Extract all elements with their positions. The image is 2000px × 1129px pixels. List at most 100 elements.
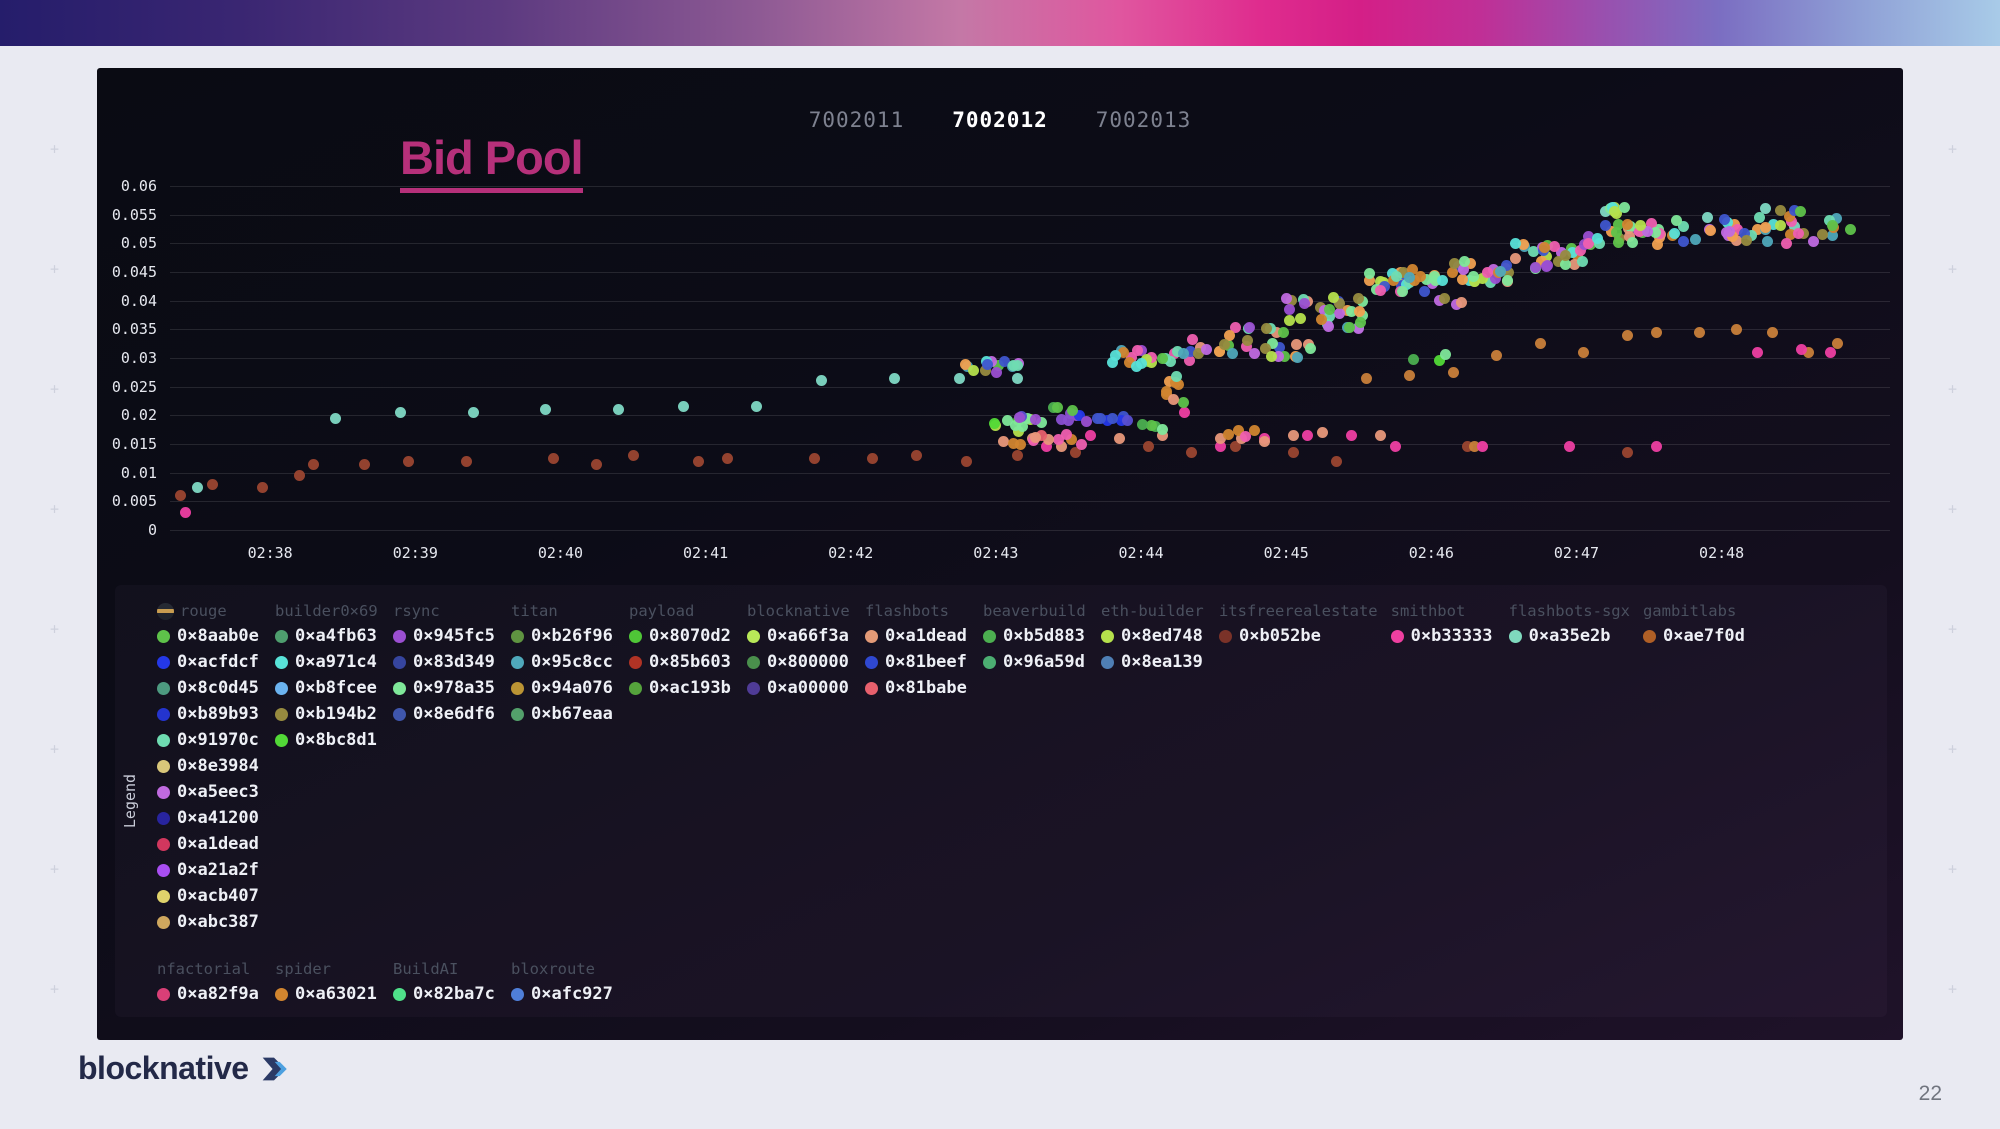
legend-entry-label: 0×8c0d45 (177, 678, 259, 698)
legend-entry[interactable]: 0×82ba7c (393, 981, 498, 1007)
scatter-point (1390, 441, 1401, 452)
scatter-point (982, 359, 993, 370)
tab-block-7002012[interactable]: 7002012 (952, 108, 1048, 132)
legend-group-header: nfactorial (157, 957, 262, 981)
ninja-icon (157, 603, 174, 620)
legend-entry[interactable]: 0×b8fcee (275, 675, 380, 701)
legend-color-dot (865, 630, 878, 643)
scatter-point (1762, 236, 1773, 247)
scatter-point (330, 413, 341, 424)
legend-entry[interactable]: 0×978a35 (393, 675, 498, 701)
legend-entry[interactable]: 0×8aab0e (157, 623, 262, 649)
legend-entry-label: 0×b8fcee (295, 678, 377, 698)
page-number: 22 (1919, 1082, 1942, 1106)
scatter-point (1052, 402, 1063, 413)
legend-entry[interactable]: 0×b26f96 (511, 623, 616, 649)
legend-color-dot (393, 988, 406, 1001)
gridline (170, 329, 1890, 330)
scatter-point (1076, 439, 1087, 450)
legend-color-dot (983, 630, 996, 643)
legend-entry[interactable]: 0×945fc5 (393, 623, 498, 649)
legend-color-dot (511, 630, 524, 643)
legend-column: rouge0×8aab0e0×acfdcf0×8c0d450×b89b930×9… (157, 599, 262, 935)
y-tick-label: 0.06 (121, 177, 157, 195)
legend-entry[interactable]: 0×a4fb63 (275, 623, 380, 649)
y-tick-label: 0.055 (112, 206, 157, 224)
legend-entry[interactable]: 0×95c8cc (511, 649, 616, 675)
scatter-point (207, 479, 218, 490)
legend-entry[interactable]: 0×a5eec3 (157, 779, 262, 805)
scatter-point (1448, 367, 1459, 378)
legend-entry[interactable]: 0×94a076 (511, 675, 616, 701)
legend-group-header-label: builder0×69 (275, 602, 378, 620)
legend-entry-label: 0×afc927 (531, 984, 613, 1004)
legend-entry-label: 0×b89b93 (177, 704, 259, 724)
legend-entry[interactable]: 0×96a59d (983, 649, 1088, 675)
x-tick-label: 02:44 (1118, 544, 1163, 562)
scatter-point (1678, 236, 1689, 247)
legend-entry[interactable]: 0×a66f3a (747, 623, 852, 649)
legend-entry[interactable]: 0×8bc8d1 (275, 727, 380, 753)
scatter-point (1482, 267, 1493, 278)
legend-entry[interactable]: 0×acfdcf (157, 649, 262, 675)
legend-color-dot (393, 708, 406, 721)
legend-entry[interactable]: 0×8e3984 (157, 753, 262, 779)
legend-entry[interactable]: 0×8070d2 (629, 623, 734, 649)
legend-entry[interactable]: 0×ae7f0d (1643, 623, 1748, 649)
legend-entry[interactable]: 0×a63021 (275, 981, 380, 1007)
legend-entry-label: 0×b052be (1239, 626, 1321, 646)
legend-color-dot (275, 734, 288, 747)
legend-entry-label: 0×8bc8d1 (295, 730, 377, 750)
legend-entry[interactable]: 0×8c0d45 (157, 675, 262, 701)
legend-entry[interactable]: 0×a1dead (157, 831, 262, 857)
legend-entry[interactable]: 0×85b603 (629, 649, 734, 675)
legend-entry[interactable]: 0×b5d883 (983, 623, 1088, 649)
legend-entry[interactable]: 0×a21a2f (157, 857, 262, 883)
scatter-point (1459, 256, 1470, 267)
legend-entry[interactable]: 0×91970c (157, 727, 262, 753)
scatter-point (693, 456, 704, 467)
scatter-point (1702, 212, 1713, 223)
legend-entry[interactable]: 0×800000 (747, 649, 852, 675)
scatter-point (1375, 430, 1386, 441)
legend-color-dot (157, 916, 170, 929)
y-tick-label: 0.04 (121, 292, 157, 310)
legend-entry[interactable]: 0×a35e2b (1509, 623, 1630, 649)
scatter-point (1242, 335, 1253, 346)
scatter-point (1346, 430, 1357, 441)
legend-entry[interactable]: 0×83d349 (393, 649, 498, 675)
legend-entry[interactable]: 0×a82f9a (157, 981, 262, 1007)
legend-entry-label: 0×8e6df6 (413, 704, 495, 724)
gridline (170, 501, 1890, 502)
x-tick-label: 02:42 (828, 544, 873, 562)
legend-color-dot (865, 682, 878, 695)
legend-entry[interactable]: 0×a1dead (865, 623, 970, 649)
legend-entry[interactable]: 0×b89b93 (157, 701, 262, 727)
legend-entry[interactable]: 0×ac193b (629, 675, 734, 701)
legend-entry[interactable]: 0×81babe (865, 675, 970, 701)
legend-entry[interactable]: 0×a971c4 (275, 649, 380, 675)
scatter-point (1622, 447, 1633, 458)
scatter-point (1288, 447, 1299, 458)
scatter-point (548, 453, 559, 464)
top-gradient-bar (0, 0, 2000, 46)
tab-block-7002013[interactable]: 7002013 (1096, 108, 1192, 132)
legend-entry[interactable]: 0×afc927 (511, 981, 616, 1007)
scatter-point (1439, 293, 1450, 304)
legend-entry[interactable]: 0×a00000 (747, 675, 852, 701)
legend-entry[interactable]: 0×b194b2 (275, 701, 380, 727)
legend-entry[interactable]: 0×b33333 (1391, 623, 1496, 649)
legend-entry[interactable]: 0×b67eaa (511, 701, 616, 727)
legend-entry[interactable]: 0×a41200 (157, 805, 262, 831)
legend-entry[interactable]: 0×8e6df6 (393, 701, 498, 727)
legend-entry[interactable]: 0×b052be (1219, 623, 1378, 649)
scatter-point (1578, 347, 1589, 358)
legend-entry[interactable]: 0×acb407 (157, 883, 262, 909)
legend-entry[interactable]: 0×8ea139 (1101, 649, 1206, 675)
legend-color-dot (275, 988, 288, 1001)
scatter-point (1122, 415, 1133, 426)
legend-entry[interactable]: 0×abc387 (157, 909, 262, 935)
tab-block-7002011[interactable]: 7002011 (809, 108, 905, 132)
legend-entry[interactable]: 0×8ed748 (1101, 623, 1206, 649)
legend-entry[interactable]: 0×81beef (865, 649, 970, 675)
